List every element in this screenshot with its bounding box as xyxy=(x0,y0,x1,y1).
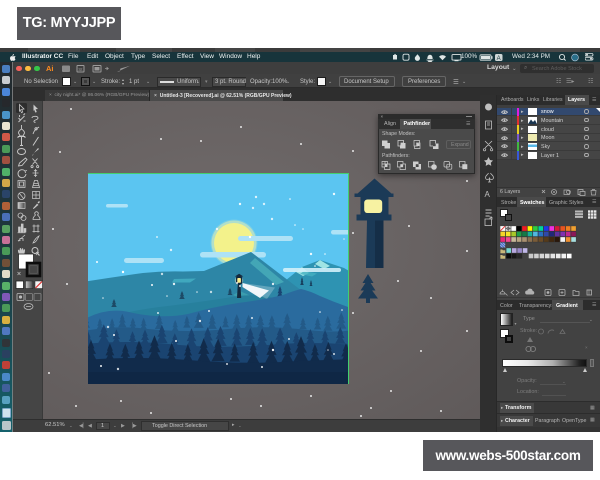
svg-text:A: A xyxy=(497,55,501,61)
svg-text:A: A xyxy=(485,190,491,199)
svg-text:St: St xyxy=(78,67,83,72)
